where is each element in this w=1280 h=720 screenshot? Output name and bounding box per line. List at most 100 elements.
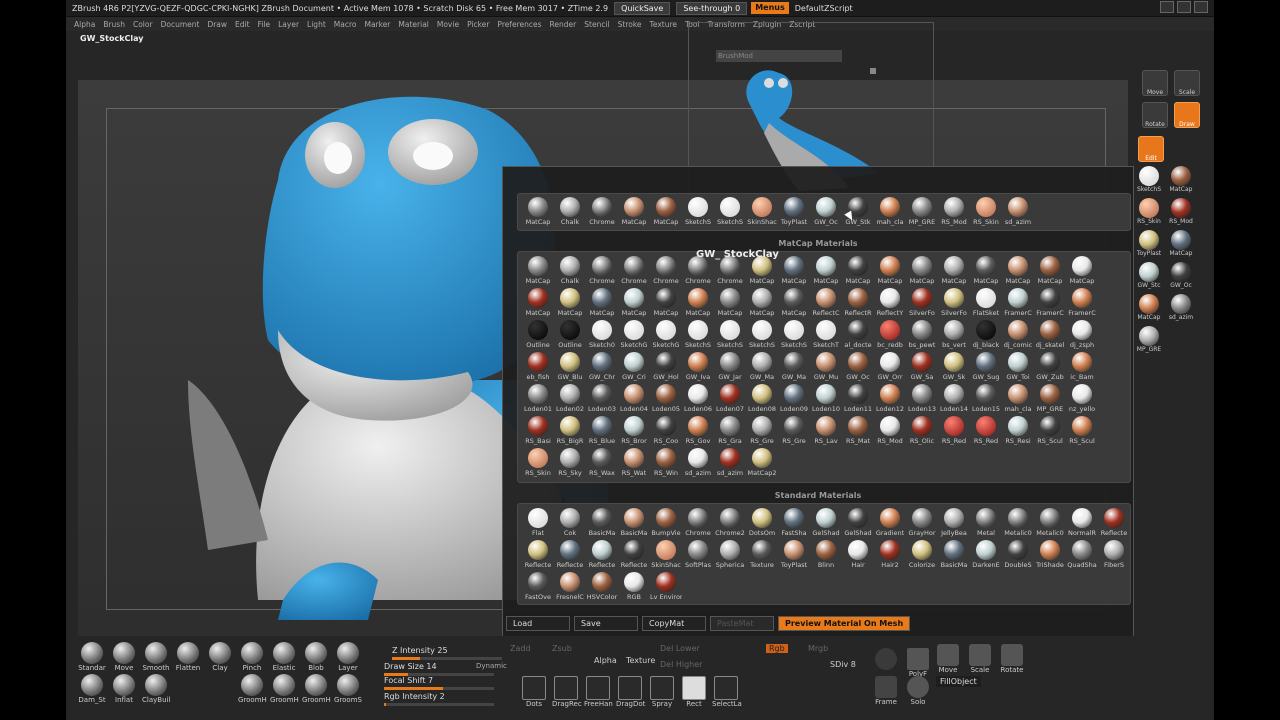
material-swatch[interactable]: RS_Resi: [1002, 414, 1034, 446]
material-swatch[interactable]: Outline: [554, 318, 586, 350]
material-swatch[interactable]: RS_Wax: [586, 446, 618, 478]
material-swatch[interactable]: GW_Sk: [938, 350, 970, 382]
polyf-button[interactable]: PolyF: [904, 648, 932, 678]
material-swatch[interactable]: NormalR: [1066, 506, 1098, 538]
material-swatch[interactable]: GW_Chr: [586, 350, 618, 382]
material-swatch[interactable]: RS_Win: [650, 446, 682, 478]
material-swatch[interactable]: Metal: [970, 506, 1002, 538]
material-swatch[interactable]: Hair2: [874, 538, 906, 570]
material-swatch[interactable]: Loden08: [746, 382, 778, 414]
material-swatch[interactable]: GrayHor: [906, 506, 938, 538]
material-swatch[interactable]: HSVColor: [586, 570, 618, 602]
material-swatch[interactable]: GW_Ma: [778, 350, 810, 382]
material-swatch[interactable]: MatCap: [938, 254, 970, 286]
material-swatch[interactable]: BasicMa: [938, 538, 970, 570]
menu-brush[interactable]: Brush: [103, 20, 125, 29]
material-swatch[interactable]: Reflecte: [1098, 506, 1130, 538]
material-swatch[interactable]: nz_yello: [1066, 382, 1098, 414]
material-swatch[interactable]: MatCap: [1066, 254, 1098, 286]
material-swatch[interactable]: Loden05: [650, 382, 682, 414]
material-swatch[interactable]: Loden13: [906, 382, 938, 414]
menu-stroke[interactable]: Stroke: [618, 20, 642, 29]
material-swatch[interactable]: Loden12: [874, 382, 906, 414]
material-swatch[interactable]: GelShad: [810, 506, 842, 538]
material-swatch[interactable]: Loden15: [970, 382, 1002, 414]
material-swatch[interactable]: BumpVie: [650, 506, 682, 538]
material-swatch[interactable]: SketchT: [810, 318, 842, 350]
solo-button[interactable]: Solo: [904, 676, 932, 706]
material-swatch[interactable]: GW_Stk: [842, 195, 874, 227]
brush-button[interactable]: Elastic: [270, 642, 298, 672]
material-swatch[interactable]: Loden03: [586, 382, 618, 414]
stroke-button[interactable]: DragDot: [616, 676, 645, 708]
shelf-material[interactable]: MatCap: [1136, 294, 1162, 324]
material-swatch[interactable]: MatCap: [618, 286, 650, 318]
material-swatch[interactable]: MatCap: [522, 195, 554, 227]
material-swatch[interactable]: RGB: [618, 570, 650, 602]
brush-button[interactable]: Blob: [302, 642, 330, 672]
material-swatch[interactable]: MatCap: [842, 254, 874, 286]
save-button[interactable]: Save: [574, 615, 638, 631]
material-swatch[interactable]: Colorize: [906, 538, 938, 570]
material-swatch[interactable]: SketchS: [778, 318, 810, 350]
material-swatch[interactable]: MatCap: [522, 254, 554, 286]
del-lower-button[interactable]: Del Lower: [660, 644, 700, 653]
material-swatch[interactable]: BasicMa: [586, 506, 618, 538]
material-swatch[interactable]: FresnelC: [554, 570, 586, 602]
menu-picker[interactable]: Picker: [467, 20, 489, 29]
z-intensity-slider[interactable]: Z Intensity 25: [392, 646, 502, 660]
material-swatch[interactable]: SkinShac: [746, 195, 778, 227]
material-swatch[interactable]: RS_Scul: [1066, 414, 1098, 446]
material-swatch[interactable]: Hair: [842, 538, 874, 570]
material-swatch[interactable]: MatCap: [874, 254, 906, 286]
material-swatch[interactable]: GW_Jar: [714, 350, 746, 382]
material-swatch[interactable]: RS_Mat: [842, 414, 874, 446]
menu-edit[interactable]: Edit: [235, 20, 250, 29]
zsub-button[interactable]: Zsub: [552, 644, 572, 653]
brush-button[interactable]: Flatten: [174, 642, 202, 672]
texture-label[interactable]: Texture: [626, 656, 655, 665]
material-swatch[interactable]: SilverFo: [906, 286, 938, 318]
fillobject-button[interactable]: FillObject: [936, 676, 981, 687]
material-swatch[interactable]: Loden07: [714, 382, 746, 414]
brushmod-slider[interactable]: BrushMod: [716, 50, 842, 62]
menu-light[interactable]: Light: [307, 20, 326, 29]
material-swatch[interactable]: RS_BigR: [554, 414, 586, 446]
menu-render[interactable]: Render: [550, 20, 577, 29]
material-swatch[interactable]: MatCap: [970, 254, 1002, 286]
material-swatch[interactable]: RS_Wat: [618, 446, 650, 478]
brush-button[interactable]: ClayBuil: [142, 674, 170, 704]
zadd-button[interactable]: Zadd: [510, 644, 531, 653]
material-swatch[interactable]: GW_Hol: [650, 350, 682, 382]
shelf-material[interactable]: RS_Mod: [1168, 198, 1194, 228]
material-swatch[interactable]: ReflectR: [842, 286, 874, 318]
material-swatch[interactable]: GW_Oc: [842, 350, 874, 382]
preview-on-mesh-toggle[interactable]: Preview Material On Mesh: [778, 615, 911, 631]
material-swatch[interactable]: ReflectC: [810, 286, 842, 318]
material-swatch[interactable]: Reflecte: [554, 538, 586, 570]
material-swatch[interactable]: MP_GRE: [1034, 382, 1066, 414]
draw-button[interactable]: Draw: [1174, 102, 1200, 128]
material-swatch[interactable]: GelShad: [842, 506, 874, 538]
material-swatch[interactable]: MatCap: [522, 286, 554, 318]
material-swatch[interactable]: Chrome: [586, 195, 618, 227]
menu-alpha[interactable]: Alpha: [74, 20, 95, 29]
material-swatch[interactable]: SoftPlas: [682, 538, 714, 570]
material-swatch[interactable]: RS_Mod: [938, 195, 970, 227]
material-swatch[interactable]: QuadSha: [1066, 538, 1098, 570]
shelf-material[interactable]: ToyPlast: [1136, 230, 1162, 260]
brush-button[interactable]: Smooth: [142, 642, 170, 672]
material-swatch[interactable]: Loden02: [554, 382, 586, 414]
sdiv-slider[interactable]: SDiv 8: [830, 660, 856, 669]
material-swatch[interactable]: sd_azim: [714, 446, 746, 478]
material-swatch[interactable]: Loden04: [618, 382, 650, 414]
menu-file[interactable]: File: [258, 20, 271, 29]
material-swatch[interactable]: RS_Mod: [874, 414, 906, 446]
brush-button[interactable]: Move: [110, 642, 138, 672]
material-swatch[interactable]: RS_Basi: [522, 414, 554, 446]
scale-tray-button[interactable]: Scale: [966, 644, 994, 674]
material-swatch[interactable]: RS_Red: [970, 414, 1002, 446]
material-swatch[interactable]: MP_GRE: [906, 195, 938, 227]
material-swatch[interactable]: Loden06: [682, 382, 714, 414]
material-swatch[interactable]: dj_zsph: [1066, 318, 1098, 350]
